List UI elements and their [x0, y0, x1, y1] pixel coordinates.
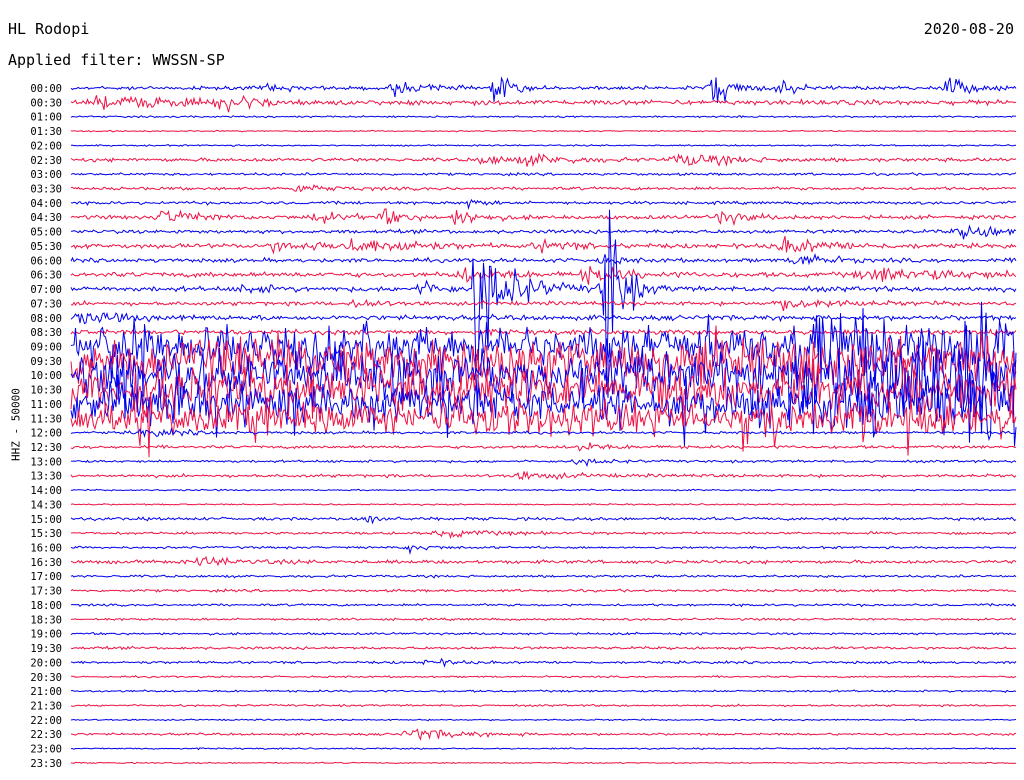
time-label: 03:00 [30, 169, 62, 181]
time-label: 14:00 [30, 485, 62, 497]
time-label: 18:30 [30, 614, 62, 626]
trace-line [70, 761, 1017, 765]
trace-line [71, 747, 1017, 751]
time-label: 04:30 [30, 212, 62, 224]
trace-line [70, 235, 1017, 255]
trace-line [70, 298, 1017, 312]
trace-line [70, 144, 1017, 147]
trace-line [70, 728, 1017, 741]
trace-line [70, 657, 1017, 668]
time-label: 00:30 [30, 97, 62, 109]
time-label: 02:30 [30, 155, 62, 167]
time-label: 16:30 [30, 557, 62, 569]
trace-line [70, 328, 1017, 337]
trace-line [70, 224, 1017, 240]
trace-line [70, 503, 1017, 507]
time-label: 21:30 [30, 700, 62, 712]
time-label: 05:30 [30, 241, 62, 253]
time-label: 13:00 [30, 456, 62, 468]
trace-line [70, 312, 1017, 325]
trace-line [70, 184, 1017, 193]
time-label: 02:00 [30, 140, 62, 152]
trace-line [70, 209, 1017, 416]
trace-line [70, 631, 1017, 636]
time-label: 22:00 [30, 715, 62, 727]
trace-line [70, 617, 1017, 622]
trace-line [70, 94, 1017, 113]
time-label: 15:00 [30, 514, 62, 526]
trace-line [70, 588, 1017, 593]
trace-line [70, 442, 1017, 452]
time-label: 20:00 [30, 657, 62, 669]
time-label: 18:00 [30, 600, 62, 612]
trace-line [70, 208, 1017, 227]
time-label: 03:30 [30, 184, 62, 196]
time-label: 11:00 [30, 399, 62, 411]
trace-line [70, 574, 1017, 579]
time-label: 01:00 [30, 112, 62, 124]
time-label: 16:00 [30, 543, 62, 555]
time-label: 10:00 [30, 370, 62, 382]
trace-line [70, 76, 1017, 103]
trace-line [70, 198, 1017, 210]
time-label: 10:30 [30, 385, 62, 397]
time-label: 19:30 [30, 643, 62, 655]
trace-line [70, 171, 1017, 177]
time-label: 19:00 [30, 629, 62, 641]
time-label: 07:00 [30, 284, 62, 296]
time-label: 00:00 [30, 83, 62, 95]
time-label: 23:30 [30, 758, 62, 770]
time-labels: 00:00 00:30 01:00 01:30 02:00 02:30 03:00 03:30… [30, 83, 62, 770]
time-label: 12:00 [30, 428, 62, 440]
time-label: 15:30 [30, 528, 62, 540]
time-label: 17:30 [30, 586, 62, 598]
time-label: 22:30 [30, 729, 62, 741]
time-label: 06:30 [30, 270, 62, 282]
time-label: 08:30 [30, 327, 62, 339]
trace-line [70, 129, 1017, 133]
trace-line [71, 674, 1017, 679]
time-label: 09:30 [30, 356, 62, 368]
time-label: 08:00 [30, 313, 62, 325]
time-label: 13:30 [30, 471, 62, 483]
trace-line [70, 529, 1017, 540]
trace-line [70, 470, 1017, 481]
traces [70, 76, 1017, 765]
trace-line [70, 602, 1017, 608]
trace-line [70, 515, 1017, 525]
trace-line [70, 689, 1017, 693]
time-label: 01:30 [30, 126, 62, 138]
time-label: 12:30 [30, 442, 62, 454]
trace-line [70, 703, 1017, 708]
time-label: 11:30 [30, 413, 62, 425]
time-label: 07:30 [30, 298, 62, 310]
trace-line [70, 152, 1017, 167]
trace-line [70, 718, 1017, 722]
trace-line [71, 488, 1017, 492]
time-label: 17:00 [30, 571, 62, 583]
trace-line [70, 545, 1017, 555]
time-label: 04:00 [30, 198, 62, 210]
trace-line [70, 115, 1017, 119]
time-label: 21:00 [30, 686, 62, 698]
seismogram-plot: 00:00 00:30 01:00 01:30 02:00 02:30 03:00 03:30… [30, 76, 1017, 770]
trace-line [70, 253, 1017, 266]
trace-line [70, 265, 1017, 285]
time-label: 05:00 [30, 227, 62, 239]
trace-line [70, 458, 1017, 468]
time-label: 14:30 [30, 499, 62, 511]
time-label: 06:00 [30, 255, 62, 267]
trace-line [70, 555, 1017, 567]
time-label: 20:30 [30, 672, 62, 684]
trace-line [70, 645, 1017, 651]
time-label: 23:00 [30, 744, 62, 756]
time-label: 09:00 [30, 341, 62, 353]
